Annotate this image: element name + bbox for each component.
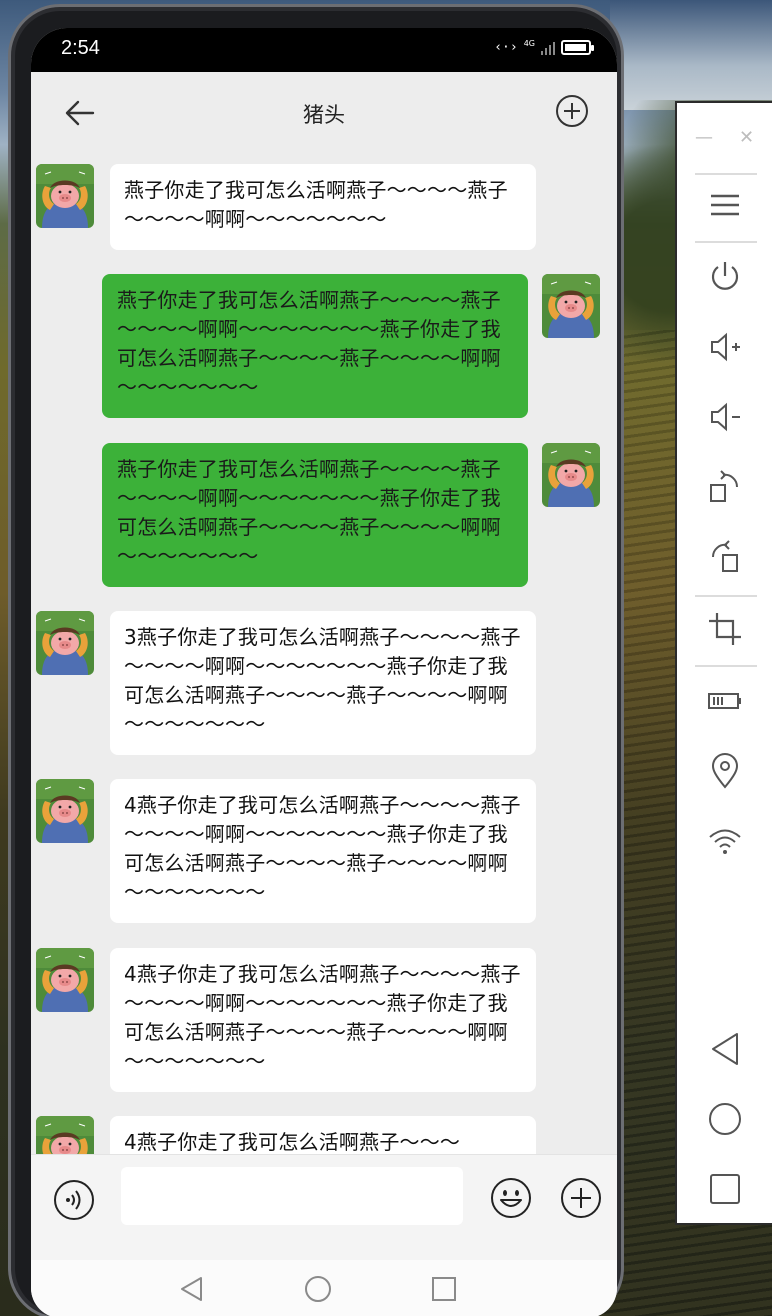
link-icon: ‹·› [494,40,518,55]
battery-icon[interactable] [705,681,745,721]
back-icon[interactable] [705,1029,745,1069]
volume-up-icon[interactable] [705,327,745,367]
nav-home-icon[interactable] [303,1274,333,1304]
message-input[interactable] [121,1167,463,1225]
message-bubble[interactable]: 4燕子你走了我可怎么活啊燕子～～～ [110,1116,536,1154]
message-bubble[interactable]: 燕子你走了我可怎么活啊燕子～～～～燕子～～～～啊啊～～～～～～～燕子你走了我可怎… [102,443,528,587]
rotate-left-icon[interactable] [705,537,745,577]
toolbar-divider [695,665,757,667]
crop-icon[interactable] [705,609,745,649]
avatar[interactable] [36,948,94,1012]
avatar[interactable] [542,443,600,507]
add-circle-icon[interactable] [555,94,589,128]
toolbar-divider [695,595,757,597]
avatar[interactable] [542,274,600,338]
menu-icon[interactable] [705,185,745,225]
emoji-icon[interactable] [490,1177,532,1219]
volume-down-icon[interactable] [705,397,745,437]
home-icon[interactable] [705,1099,745,1139]
battery-status-icon [561,40,594,55]
rotate-right-icon[interactable] [705,467,745,507]
network-type: 4G [523,39,535,48]
voice-icon[interactable] [53,1179,95,1221]
power-icon[interactable] [705,257,745,297]
avatar[interactable] [36,611,94,675]
message-bubble[interactable]: 3燕子你走了我可怎么活啊燕子～～～～燕子～～～～啊啊～～～～～～～燕子你走了我可… [110,611,536,755]
nav-recents-icon[interactable] [429,1274,459,1304]
status-time: 2:54 [61,37,100,59]
overview-icon[interactable] [705,1169,745,1209]
message-bubble[interactable]: 燕子你走了我可怎么活啊燕子～～～～燕子～～～～啊啊～～～～～～～ [110,164,536,250]
status-bar: 2:54 ‹·› 4G [31,28,617,72]
nav-back-icon[interactable] [177,1274,207,1304]
minimize-icon[interactable]: — [695,127,713,148]
toolbar-divider [695,173,757,175]
status-icons: ‹·› 4G [494,39,594,55]
message-bubble[interactable]: 4燕子你走了我可怎么活啊燕子～～～～燕子～～～～啊啊～～～～～～～燕子你走了我可… [110,948,536,1092]
background-sky [610,0,772,110]
add-circle-icon[interactable] [560,1177,602,1219]
toolbar-divider [695,241,757,243]
system-nav-bar [31,1260,617,1316]
avatar[interactable] [36,1116,94,1154]
message-list[interactable]: 燕子你走了我可怎么活啊燕子～～～～燕子～～～～啊啊～～～～～～～ 燕子你走了我可怎… [31,154,617,1154]
signal-icon [541,41,555,55]
avatar[interactable] [36,779,94,843]
chat-title: 猪头 [303,103,345,127]
chat-header: 猪头 [31,72,617,154]
phone-screen: 2:54 ‹·› 4G 猪头 燕子你走了我可怎么活啊燕子～～～～燕子～～～～啊啊… [31,28,617,1316]
avatar[interactable] [36,164,94,228]
location-icon[interactable] [705,751,745,791]
message-bubble[interactable]: 燕子你走了我可怎么活啊燕子～～～～燕子～～～～啊啊～～～～～～～燕子你走了我可怎… [102,274,528,418]
message-bubble[interactable]: 4燕子你走了我可怎么活啊燕子～～～～燕子～～～～啊啊～～～～～～～燕子你走了我可… [110,779,536,923]
emulator-toolbar: — ✕ [675,101,772,1225]
close-icon[interactable]: ✕ [739,127,754,148]
wifi-icon[interactable] [705,821,745,861]
input-bar [31,1154,617,1260]
